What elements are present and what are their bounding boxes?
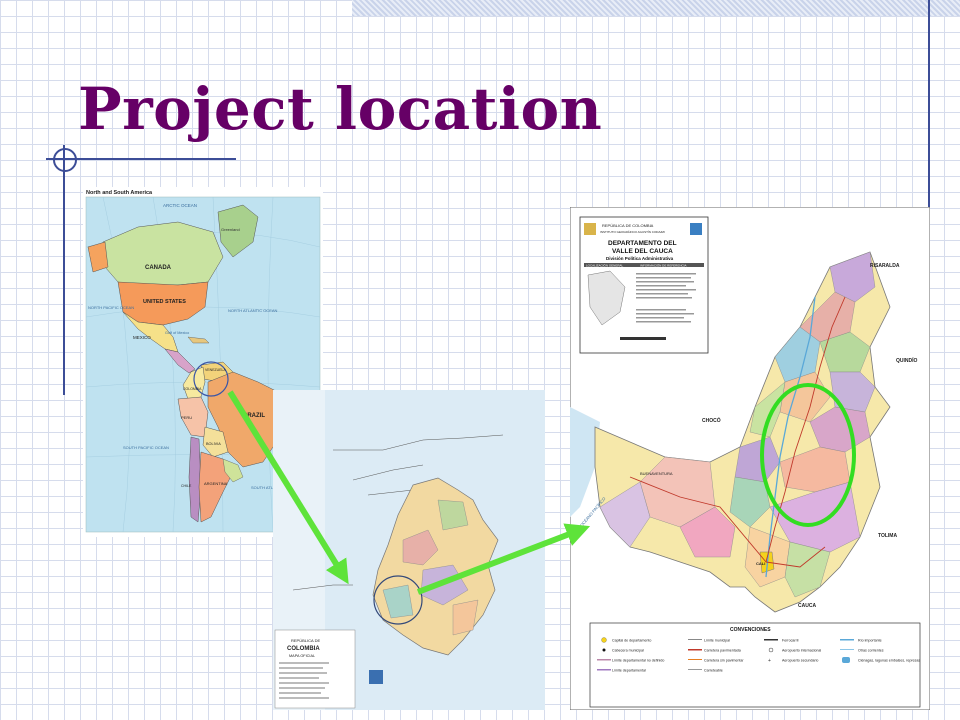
cauca-header-republic: REPÚBLICA DE COLOMBIA [602,223,654,228]
cauca-label-choco: CHOCÓ [702,416,721,424]
legend-item-4: Límite municipal [704,639,730,643]
cauca-header-title-2: VALLE DEL CAUCA [612,248,673,255]
label-brazil: BRAZIL [243,413,265,419]
label-venezuela: VENEZUELA [205,368,226,372]
valle-del-cauca-map: REPÚBLICA DE COLOMBIA INSTITUTO GEOGRÁFI… [570,207,930,710]
legend-item-2: Límite departamental no definido [612,659,664,663]
decorative-crosshair [53,148,77,172]
cauca-header-title-1: DEPARTAMENTO DEL [608,240,677,247]
colombia-map: REPÚBLICA DE COLOMBIA MAPA OFICIAL [273,390,545,710]
label-north-pacific: NORTH PACIFIC OCEAN [88,305,134,310]
cauca-header-loc-general: LOCALIZACIÓN GENERAL [586,263,624,268]
label-north-atlantic: NORTH ATLANTIC OCEAN [228,308,278,313]
label-bolivia: BOLIVIA [206,442,221,446]
legend-item-1: Cabecera municipal [612,649,644,653]
label-peru: PERU [181,415,192,420]
label-colombia: COLOMBIA [183,387,202,391]
cauca-legend-title: CONVENCIONES [730,627,771,633]
decorative-top-band [352,0,960,16]
cauca-label-cauca: CAUCA [798,603,816,609]
legend-item-8: Ferrocarril [782,639,799,643]
cauca-label-risaralda: RISARALDA [870,263,900,269]
cauca-label-quindio: QUINDÍO [896,356,918,364]
colombia-label-republica: REPÚBLICA DE [291,638,320,643]
label-united-states: UNITED STATES [143,299,186,305]
slide-title: Project location [78,75,603,143]
label-argentina: ARGENTINA [204,481,228,486]
legend-item-12: Otras corrientes [858,649,884,653]
cauca-header-info-ref: INFORMACIÓN DE REFERENCIA [640,263,687,268]
legend-item-7: Carreteable [704,669,723,673]
cauca-header-subtitle: División Política Administrativa [606,256,674,261]
americas-map-title: North and South America [86,190,153,196]
label-chile: CHILE [181,484,192,488]
label-south-pacific: SOUTH PACIFIC OCEAN [123,445,169,450]
legend-item-5: Carretera pavimentada [704,649,741,653]
legend-item-9: Aeropuerto internacional [782,649,821,653]
label-mexico: MEXICO [133,335,151,340]
legend-item-3: Límite departamental [612,669,646,673]
cauca-label-buenaventura: BUENAVENTURA [640,471,673,476]
label-arctic-ocean: ARCTIC OCEAN [163,203,197,208]
legend-item-10: Aeropuerto secundario [782,659,818,663]
legend-item-11: Río importante [858,639,882,643]
colombia-label-subtitle: MAPA OFICIAL [289,654,315,658]
colombia-map-graphic: REPÚBLICA DE COLOMBIA MAPA OFICIAL [273,390,545,710]
colombia-label-country: COLOMBIA [287,646,320,652]
cauca-label-tolima: TOLIMA [878,533,897,539]
label-greenland: Greenland [221,227,240,232]
svg-text:+: + [768,658,771,664]
label-gulf-of-mexico: Gulf of Mexico [165,331,189,335]
valle-del-cauca-map-graphic: REPÚBLICA DE COLOMBIA INSTITUTO GEOGRÁFI… [570,207,930,710]
legend-item-0: Capital de departamento [612,639,651,643]
label-canada: CANADA [145,265,172,271]
cauca-label-cali: CALI [756,561,765,566]
decorative-left-rule [63,145,65,395]
legend-item-13: Ciénagas, lagunas embalses, represas [858,659,920,663]
legend-item-6: Carretera sin pavimentar [704,659,744,663]
cauca-header-institute: INSTITUTO GEOGRÁFICO AGUSTÍN CODAZZI [600,230,665,234]
